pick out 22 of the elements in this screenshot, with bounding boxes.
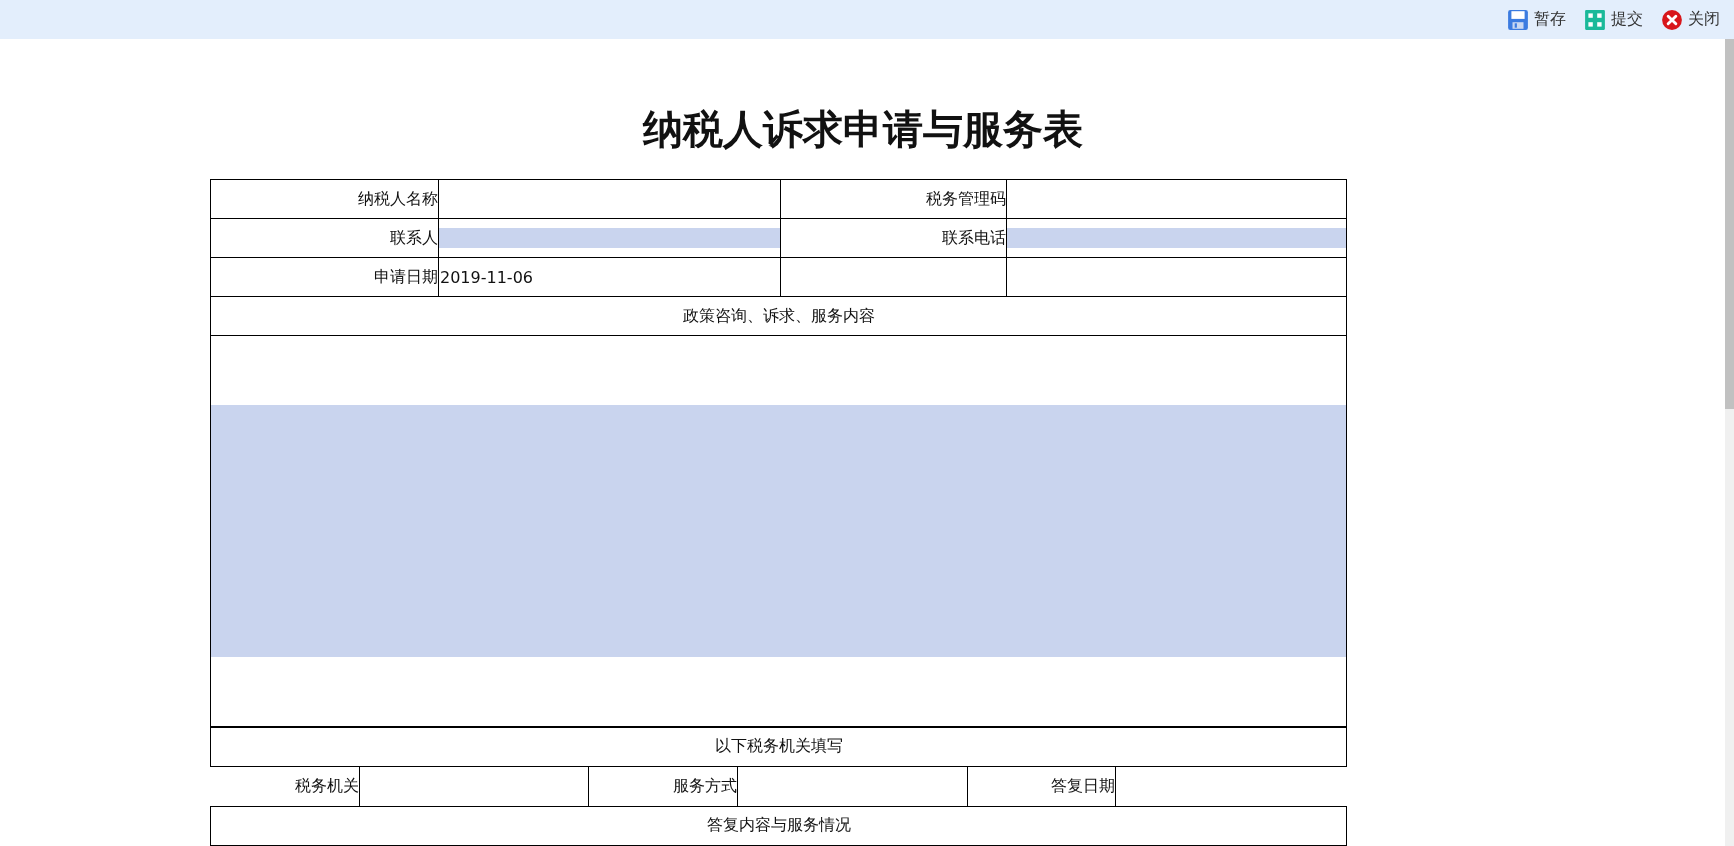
field-label: 税务机关 [295, 775, 359, 795]
section-heading: 答复内容与服务情况 [706, 815, 851, 834]
field-label: 申请日期 [374, 266, 438, 286]
field-label: 联系人 [390, 227, 438, 247]
field-label: 服务方式 [673, 775, 737, 795]
input-field[interactable] [439, 228, 780, 248]
close-icon [1661, 8, 1683, 31]
field-label: 答复日期 [1051, 775, 1115, 795]
toolbar-button[interactable]: 提交 [1580, 6, 1647, 33]
field-label: 税务管理码 [926, 188, 1006, 208]
field-value: 2019-11-06 [439, 267, 533, 287]
field-label: 纳税人名称 [358, 188, 438, 208]
field-label: 联系电话 [942, 227, 1006, 247]
section-heading: 政策咨询、诉求、服务内容 [682, 305, 875, 325]
scrollbar[interactable] [1725, 39, 1734, 846]
input-field[interactable] [1007, 228, 1346, 248]
text-area[interactable] [211, 405, 1346, 657]
form-title: 纳税人诉求申请与服务表 [641, 105, 1084, 154]
toolbar-button[interactable]: 关闭 [1657, 6, 1724, 33]
toolbar-button[interactable]: 暂存 [1503, 6, 1570, 33]
grid-icon [1584, 8, 1606, 31]
section-heading: 以下税务机关填写 [714, 736, 843, 756]
